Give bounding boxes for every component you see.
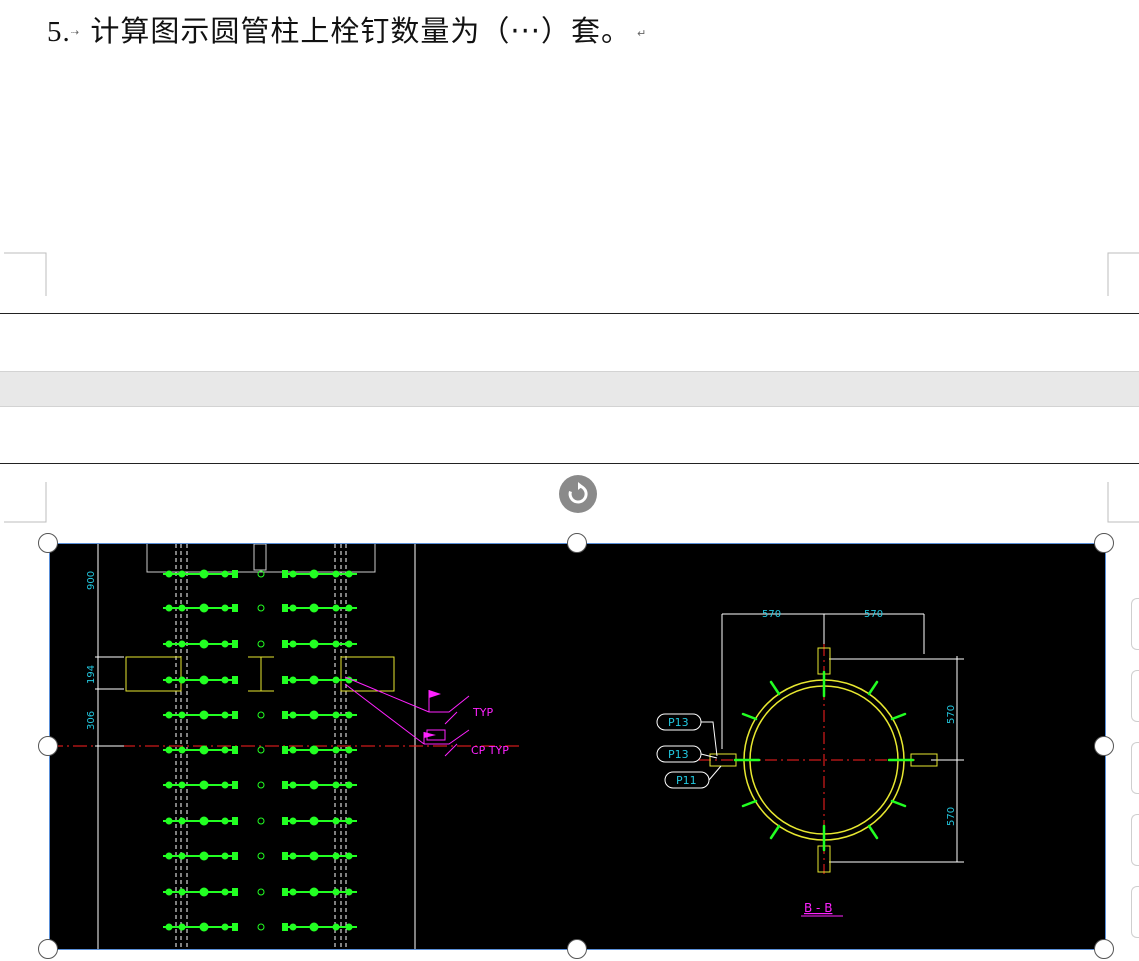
resize-handle-bottom-right[interactable] bbox=[1094, 939, 1114, 959]
crop-mark-top-left bbox=[4, 482, 47, 523]
resize-handle-top[interactable] bbox=[567, 533, 587, 553]
side-panel-tab[interactable] bbox=[1131, 742, 1139, 794]
crop-mark-bottom-right bbox=[1107, 252, 1139, 296]
resize-handle-top-left[interactable] bbox=[38, 533, 58, 553]
return-mark-icon: ↵ bbox=[637, 26, 648, 40]
side-panel-tab[interactable] bbox=[1131, 670, 1139, 722]
section-title: B - B bbox=[804, 901, 832, 915]
dim-570-upper: 570 bbox=[946, 705, 957, 724]
tag-p13-b: P13 bbox=[668, 748, 689, 761]
cad-drawing-svg: 900 194 306 TYP CP TYP 570 570 570 570 P… bbox=[49, 544, 964, 949]
paragraph-mark-icon: ⇢ bbox=[70, 27, 81, 39]
dim-570-lower: 570 bbox=[946, 807, 957, 826]
question-text: 计算图示圆管柱上栓钉数量为（···）套。 bbox=[90, 14, 632, 48]
cad-drawing-image[interactable]: 900 194 306 TYP CP TYP 570 570 570 570 P… bbox=[49, 544, 1105, 949]
page-top-edge bbox=[0, 463, 1139, 464]
resize-handle-top-right[interactable] bbox=[1094, 533, 1114, 553]
rotate-handle[interactable] bbox=[559, 475, 597, 513]
crop-mark-top-right bbox=[1107, 482, 1139, 523]
resize-handle-bottom[interactable] bbox=[567, 939, 587, 959]
tag-p13-a: P13 bbox=[668, 716, 689, 729]
page-gap bbox=[0, 371, 1139, 407]
dim-570-right: 570 bbox=[864, 609, 883, 620]
note-typ: TYP bbox=[472, 706, 493, 719]
resize-handle-right[interactable] bbox=[1094, 736, 1114, 756]
dim-306: 306 bbox=[86, 711, 97, 730]
tag-p11: P11 bbox=[676, 774, 697, 787]
question-text-line[interactable]: 5.⇢ 计算图示圆管柱上栓钉数量为（···）套。 ↵ bbox=[47, 8, 647, 48]
resize-handle-bottom-left[interactable] bbox=[38, 939, 58, 959]
note-cp-typ: CP TYP bbox=[471, 744, 509, 757]
dim-570-left: 570 bbox=[762, 609, 781, 620]
stud-row bbox=[163, 675, 357, 685]
side-panel-tab[interactable] bbox=[1131, 814, 1139, 866]
side-panel-tab[interactable] bbox=[1131, 598, 1139, 650]
dim-194: 194 bbox=[86, 665, 97, 684]
side-panel-tab[interactable] bbox=[1131, 886, 1139, 938]
page-bottom-edge bbox=[0, 313, 1139, 314]
section-b-b: 570 570 570 570 P13 P13 P11 B - B bbox=[656, 609, 964, 917]
question-number: 5. bbox=[47, 16, 71, 48]
resize-handle-left[interactable] bbox=[38, 736, 58, 756]
crop-mark-bottom-left bbox=[4, 252, 47, 296]
rotate-icon bbox=[568, 482, 588, 504]
shear-studs bbox=[163, 569, 357, 932]
dim-900: 900 bbox=[86, 571, 97, 590]
